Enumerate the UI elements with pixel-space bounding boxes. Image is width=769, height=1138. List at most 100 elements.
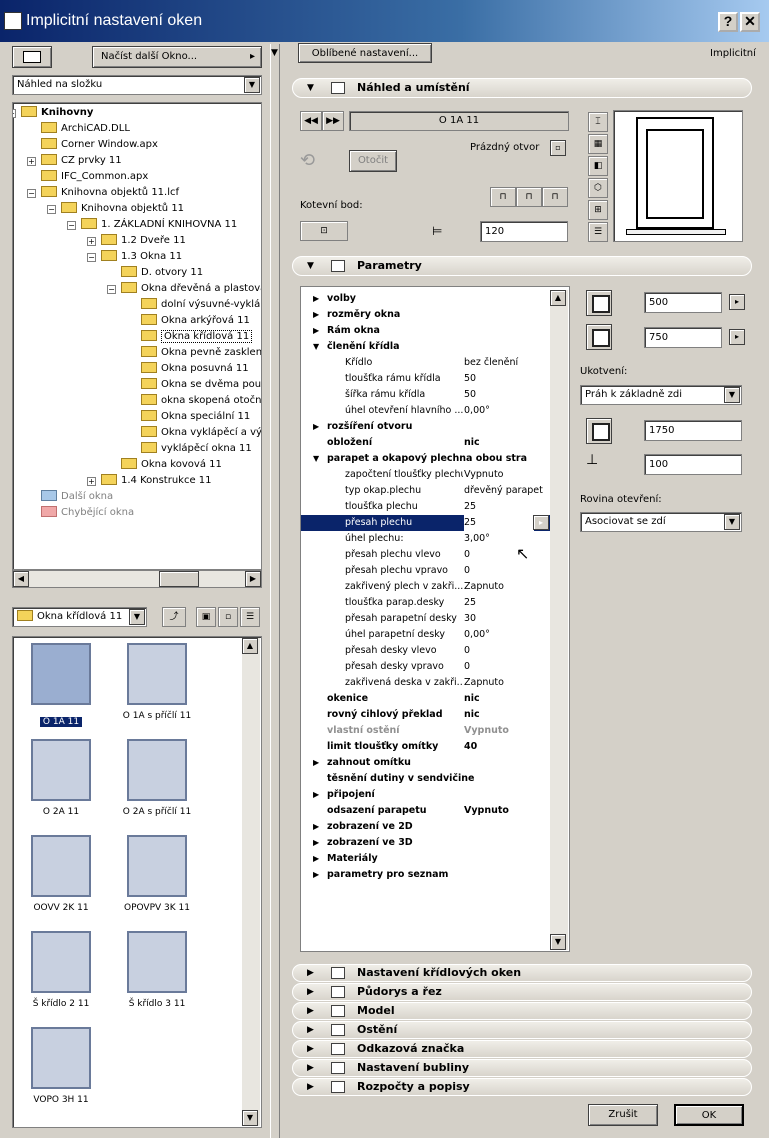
param-row[interactable]: ▶ rozšíření otvoru [301, 419, 551, 435]
tree-item[interactable]: Okna kovová 11 [121, 457, 222, 473]
param-row[interactable]: úhel otevření hlavního ... 0,00° [301, 403, 551, 419]
param-row[interactable]: ▼ parapet a okapový plechna obou stra [301, 451, 551, 467]
chevron-down-icon[interactable]: ▼ [724, 514, 740, 530]
expand-icon[interactable]: + [27, 157, 36, 166]
section-collapsed[interactable]: ▶ Ostění [292, 1021, 752, 1039]
tree-item[interactable]: + CZ prvky 11 [27, 153, 122, 169]
tree-item[interactable]: − 1. ZÁKLADNÍ KNIHOVNA 11 [67, 217, 237, 233]
reveal-input[interactable]: 100 [644, 454, 742, 475]
splitter-arrow-icon[interactable]: ▼ [271, 48, 278, 58]
next-object-button[interactable]: ▶▶ [322, 111, 344, 131]
param-value[interactable]: Zapnuto [464, 579, 549, 595]
expand-triangle-icon[interactable]: ▶ [313, 291, 319, 307]
param-row[interactable]: přesah parapetní desky 30 [301, 611, 551, 627]
collapse-triangle-icon[interactable]: ▼ [313, 451, 319, 467]
window-thumbnail[interactable]: O 1A s příčlí 11 [117, 643, 197, 721]
collapse-icon[interactable]: − [67, 221, 76, 230]
param-value[interactable]: 50 [464, 387, 549, 403]
param-value[interactable]: 40 [464, 739, 549, 755]
expand-triangle-icon[interactable]: ▶ [313, 819, 319, 835]
collapse-icon[interactable]: − [107, 285, 116, 294]
param-row[interactable]: odsazení parapetu Vypnuto [301, 803, 551, 819]
param-value[interactable]: 0 [464, 547, 549, 563]
tree-item[interactable]: − Knihovna objektů 11.lcf [27, 185, 179, 201]
param-value[interactable]: 0 [464, 643, 549, 659]
anchor-center-button[interactable]: ⊓ [516, 187, 542, 207]
section-collapsed[interactable]: ▶ Odkazová značka [292, 1040, 752, 1058]
section-collapsed[interactable]: ▶ Nastavení bubliny [292, 1059, 752, 1077]
param-row[interactable]: vlastní ostění Vypnuto [301, 723, 551, 739]
param-row[interactable]: ▼ členění křídla [301, 339, 551, 355]
param-row[interactable]: ▶ zahnout omítku [301, 755, 551, 771]
expand-triangle-icon[interactable]: ▶ [313, 867, 319, 883]
favorites-button[interactable]: Oblíbené nastavení... [298, 43, 432, 63]
tree-item[interactable]: Okna pevně zasklená [141, 345, 261, 361]
param-row[interactable]: přesah plechu vpravo 0 [301, 563, 551, 579]
scroll-up-icon[interactable]: ▲ [550, 290, 566, 306]
expand-icon[interactable]: + [87, 477, 96, 486]
chevron-down-icon[interactable]: ▼ [244, 77, 260, 93]
param-value[interactable]: 50 [464, 371, 549, 387]
param-row[interactable]: ▶ parametry pro seznam [301, 867, 551, 883]
param-row[interactable]: okenice nic [301, 691, 551, 707]
param-row[interactable]: Křídlo bez členění [301, 355, 551, 371]
expand-triangle-icon[interactable]: ▶ [313, 419, 319, 435]
section-params[interactable]: ▼ Parametry [292, 256, 752, 276]
window-thumbnail[interactable]: OPOVPV 3K 11 [117, 835, 197, 913]
param-row[interactable]: ▶ Rám okna [301, 323, 551, 339]
splitter[interactable] [270, 44, 280, 1138]
opening-plane-select[interactable]: Asociovat se zdí ▼ [580, 512, 742, 532]
param-value[interactable]: 30 [464, 611, 549, 627]
tree-item[interactable]: − Okna dřevěná a plastová [107, 281, 261, 297]
scroll-down-icon[interactable]: ▼ [550, 934, 566, 950]
tree-item[interactable]: Okna vyklápěcí a výsuvná [141, 425, 261, 441]
param-row[interactable]: ▶ Materiály [301, 851, 551, 867]
param-row[interactable]: těsnění dutiny v sendvičine [301, 771, 551, 787]
tree-item[interactable]: Okna křídlová 11 [141, 329, 253, 345]
view-section-button[interactable]: ⊞ [588, 200, 608, 220]
param-row[interactable]: typ okap.plechu dřevěný parapet [301, 483, 551, 499]
folder-up-button[interactable]: ⤴ [162, 607, 186, 627]
param-value[interactable]: Vypnuto [464, 723, 549, 739]
section-collapsed[interactable]: ▶ Model [292, 1002, 752, 1020]
expand-triangle-icon[interactable]: ▶ [313, 755, 319, 771]
window-thumbnail[interactable]: O 2A s příčlí 11 [117, 739, 197, 817]
param-row[interactable]: přesah plechu vlevo 0 [301, 547, 551, 563]
param-value[interactable]: nic [464, 435, 549, 451]
value-arrow-button[interactable]: ▸ [533, 515, 549, 530]
param-value[interactable]: 0 [464, 563, 549, 579]
collapse-icon[interactable]: − [13, 109, 16, 118]
view-side-button[interactable]: ◧ [588, 156, 608, 176]
tree-item[interactable]: Chybějící okna [41, 505, 134, 521]
tree-item[interactable]: Corner Window.apx [41, 137, 158, 153]
tree-item[interactable]: Okna se dvěma poutci [141, 377, 261, 393]
expand-triangle-icon[interactable]: ▶ [313, 307, 319, 323]
tree-item[interactable]: okna skopená otočná [141, 393, 261, 409]
param-row[interactable]: ▶ zobrazení ve 3D [301, 835, 551, 851]
param-value[interactable]: 3,00° [464, 531, 549, 547]
view-plan-button[interactable]: ⌶ [588, 112, 608, 132]
view-3d-button[interactable]: ⬡ [588, 178, 608, 198]
width-input[interactable]: 500 [644, 292, 722, 313]
param-row[interactable]: úhel plechu: 3,00° [301, 531, 551, 547]
height-arrow-button[interactable]: ▸ [729, 329, 745, 345]
tree-item[interactable]: D. otvory 11 [121, 265, 203, 281]
collapse-icon[interactable]: − [47, 205, 56, 214]
param-row[interactable]: tloušťka plechu 25 [301, 499, 551, 515]
collapse-icon[interactable]: − [27, 189, 36, 198]
params-vscrollbar[interactable]: ▲ ▼ [550, 290, 568, 950]
tree-item[interactable]: +1.4 Konstrukce 11 [87, 473, 212, 489]
large-icons-button[interactable]: ▣ [196, 607, 216, 627]
section-collapsed[interactable]: ▶ Půdorys a řez [292, 983, 752, 1001]
help-button[interactable]: ? [718, 12, 738, 32]
window-thumbnail[interactable]: VOPO 3H 11 [21, 1027, 101, 1105]
ok-button[interactable]: OK [674, 1104, 744, 1126]
scroll-down-icon[interactable]: ▼ [242, 1110, 258, 1126]
expand-triangle-icon[interactable]: ▶ [313, 787, 319, 803]
param-row[interactable]: započtení tloušťky plechu Vypnuto [301, 467, 551, 483]
param-value[interactable]: bez členění [464, 355, 549, 371]
param-value[interactable]: 25 [464, 595, 549, 611]
param-value[interactable]: Zapnuto [464, 675, 549, 691]
anchor-left-button[interactable]: ⊓ [490, 187, 516, 207]
window-thumbnail[interactable]: OOVV 2K 11 [21, 835, 101, 913]
